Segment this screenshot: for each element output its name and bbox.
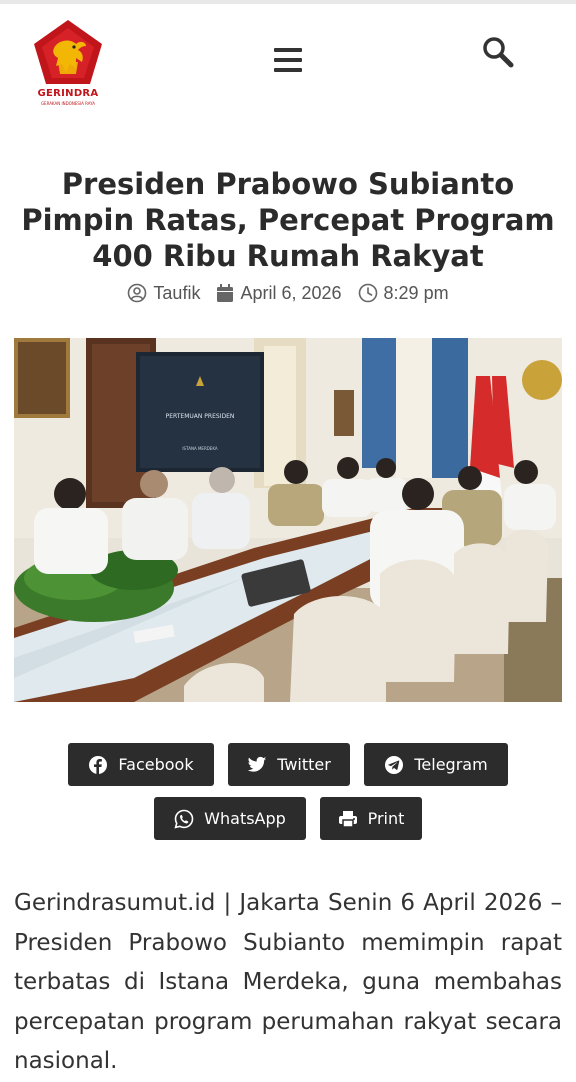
- printer-icon: [338, 810, 357, 828]
- twitter-label: Twitter: [277, 755, 331, 774]
- article-meta: Taufik April 6, 2026 8:29 pm: [0, 281, 576, 305]
- publish-date: April 6, 2026: [240, 282, 342, 303]
- meeting-photo: PERTEMUAN PRESIDEN ISTANA MERDEKA: [14, 338, 562, 702]
- twitter-icon: [247, 756, 267, 772]
- article-featured-image[interactable]: PERTEMUAN PRESIDEN ISTANA MERDEKA: [14, 338, 562, 702]
- facebook-share-button[interactable]: Facebook: [68, 743, 214, 786]
- telegram-icon: [385, 755, 404, 774]
- search-icon[interactable]: [480, 34, 516, 70]
- facebook-label: Facebook: [118, 755, 194, 774]
- print-button[interactable]: Print: [320, 797, 422, 840]
- logo-wordmark: GERINDRA: [37, 88, 99, 99]
- screen-title: PERTEMUAN PRESIDEN: [166, 413, 235, 420]
- author-name: Taufik: [153, 282, 201, 303]
- article-title: Presiden Prabowo Subianto Pimpin Ratas, …: [21, 167, 555, 273]
- share-buttons-row-1: Facebook Twitter Telegram: [0, 743, 576, 786]
- time-meta: 8:29 pm: [358, 283, 449, 304]
- author-meta[interactable]: Taufik: [127, 283, 200, 304]
- article-body: Gerindrasumut.id | Jakarta Senin 6 April…: [14, 890, 562, 1074]
- garuda-emblem-icon: [34, 20, 102, 84]
- telegram-label: Telegram: [414, 755, 488, 774]
- date-meta: April 6, 2026: [216, 282, 342, 304]
- publish-time: 8:29 pm: [383, 282, 449, 303]
- telegram-share-button[interactable]: Telegram: [364, 743, 508, 786]
- share-buttons-row-2: WhatsApp Print: [0, 797, 576, 840]
- logo-tagline: GERAKAN INDONESIA RAYA: [40, 101, 96, 106]
- facebook-icon: [89, 755, 108, 774]
- site-header: GERINDRA GERAKAN INDONESIA RAYA: [0, 4, 576, 114]
- whatsapp-label: WhatsApp: [204, 809, 286, 828]
- clock-icon: [358, 283, 377, 303]
- print-label: Print: [367, 809, 405, 828]
- calendar-icon: [217, 284, 234, 302]
- whatsapp-share-button[interactable]: WhatsApp: [154, 797, 306, 840]
- user-icon: [128, 283, 147, 303]
- hamburger-menu-icon[interactable]: [272, 48, 304, 80]
- gerindra-logo[interactable]: GERINDRA GERAKAN INDONESIA RAYA: [30, 18, 106, 108]
- twitter-share-button[interactable]: Twitter: [228, 743, 350, 786]
- whatsapp-icon: [174, 809, 194, 829]
- screen-subtitle: ISTANA MERDEKA: [182, 446, 218, 451]
